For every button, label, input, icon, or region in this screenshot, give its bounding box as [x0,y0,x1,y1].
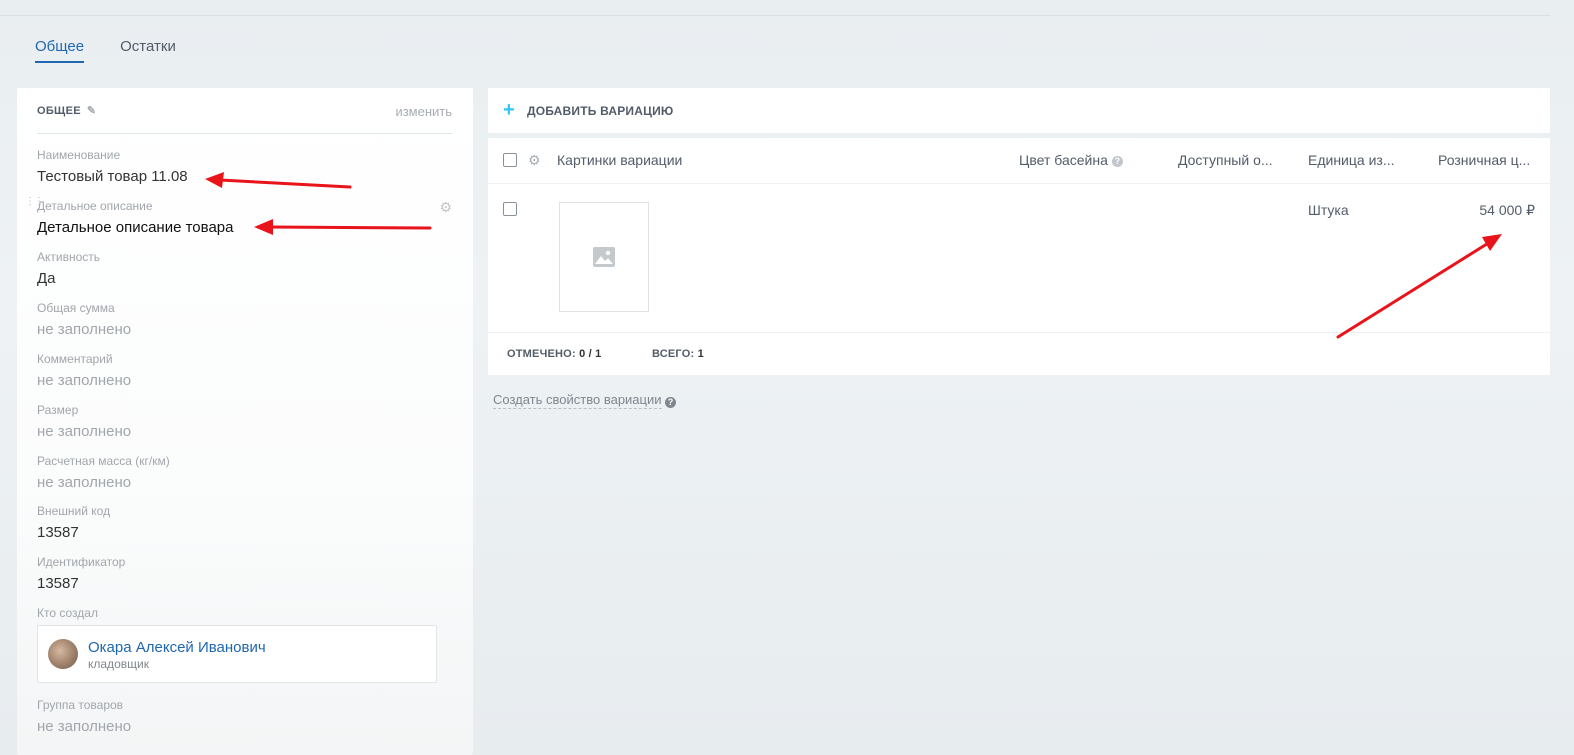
field-label: Внешний код [37,504,111,518]
checked-counter: ОТМЕЧЕНО: 0 / 1 [507,348,601,360]
column-header-pool-color[interactable]: Цвет басейна? [1019,152,1123,168]
tab-general[interactable]: Общее [35,38,85,63]
total-value: 1 [697,348,704,360]
creator-name[interactable]: Окара Алексей Иванович [88,639,266,656]
field-value: 13587 [37,575,79,592]
field-label: Идентификатор [37,555,126,569]
field-value: не заполнено [37,321,132,338]
section-title: ОБЩЕЕ ✎ [37,105,97,117]
help-icon[interactable]: ? [665,397,676,409]
create-property-help[interactable]: ? [665,394,676,412]
field-total-sum[interactable]: Общая сумма не заполнено [37,301,452,339]
field-label: Общая сумма [37,301,115,315]
column-header-unit[interactable]: Единица из... [1308,152,1394,168]
field-label: Размер [37,403,79,417]
grid-header: ⚙ Картинки вариации Цвет басейна? Доступ… [488,138,1550,184]
field-value: Детальное описание товара [37,219,234,236]
field-value: Тестовый товар 11.08 [37,168,188,185]
total-counter: ВСЕГО: 1 [652,348,704,360]
field-detail-description[interactable]: ⋮⋮ Детальное описание Детальное описание… [25,197,452,237]
column-header-images[interactable]: Картинки вариации [557,152,682,168]
create-variation-property-link[interactable]: Создать свойство вариации [493,392,662,409]
column-header-available[interactable]: Доступный о... [1178,152,1273,168]
field-label: Кто создал [37,606,98,620]
field-value: Да [37,270,56,287]
field-external-code[interactable]: Внешний код 13587 [37,504,452,542]
column-header-label: Цвет басейна [1019,152,1108,168]
checked-value: 0 / 1 [579,348,602,360]
field-size[interactable]: Размер не заполнено [37,403,452,441]
creator-card[interactable]: Окара Алексей Иванович кладовщик [37,625,437,683]
section-header: ОБЩЕЕ ✎ изменить [37,104,452,134]
column-header-retail-price[interactable]: Розничная ц... [1438,152,1530,168]
general-section: ОБЩЕЕ ✎ изменить Наименование Тестовый т… [17,88,473,755]
add-variation-button[interactable]: ДОБАВИТЬ ВАРИАЦИЮ [527,104,674,118]
field-value: не заполнено [37,718,132,735]
section-title-text: ОБЩЕЕ [37,105,81,117]
plus-icon[interactable]: + [503,100,515,120]
field-value: 13587 [37,524,79,541]
grid-footer: ОТМЕЧЕНО: 0 / 1 ВСЕГО: 1 [488,332,1550,376]
cell-unit[interactable]: Штука [1308,202,1349,218]
field-active[interactable]: Активность Да [37,250,452,288]
field-comment[interactable]: Комментарий не заполнено [37,352,452,390]
help-icon[interactable]: ? [1111,155,1123,167]
field-label: Группа товаров [37,698,124,712]
tab-bar: Общее Остатки [35,38,176,63]
field-product-group[interactable]: Группа товаров не заполнено [37,698,452,736]
field-value: не заполнено [37,372,132,389]
field-name[interactable]: Наименование Тестовый товар 11.08 [37,148,452,186]
field-label: Детальное описание [37,199,153,213]
pencil-icon[interactable]: ✎ [87,106,97,117]
field-settings-gear-icon[interactable]: ⚙ [439,199,452,216]
variations-grid: ⚙ Картинки вариации Цвет басейна? Доступ… [488,138,1550,375]
total-label: ВСЕГО: [652,348,695,360]
column-settings-gear-icon[interactable]: ⚙ [528,152,541,169]
field-label: Комментарий [37,352,113,366]
field-label: Активность [37,250,101,264]
edit-section-link[interactable]: изменить [395,104,452,119]
row-checkbox[interactable] [503,202,517,216]
top-divider [0,15,1550,16]
field-identifier[interactable]: Идентификатор 13587 [37,555,452,593]
field-calculated-mass[interactable]: Расчетная масса (кг/км) не заполнено [37,454,452,492]
field-label: Расчетная масса (кг/км) [37,454,170,468]
drag-handle-icon[interactable]: ⋮⋮ [25,197,44,211]
field-value: не заполнено [37,423,132,440]
add-variation-bar[interactable]: + ДОБАВИТЬ ВАРИАЦИЮ [488,88,1550,133]
field-created-by: Кто создал [37,606,452,620]
variation-image-upload[interactable] [559,202,649,312]
checked-label: ОТМЕЧЕНО: [507,348,576,360]
avatar[interactable] [48,639,78,669]
field-value: не заполнено [37,474,132,491]
picture-placeholder-icon [593,247,615,267]
cell-retail-price[interactable]: 54 000 ₽ [1479,202,1535,219]
tab-stock[interactable]: Остатки [120,38,176,63]
select-all-checkbox[interactable] [503,153,517,167]
creator-role: кладовщик [88,657,149,671]
field-label: Наименование [37,148,121,162]
